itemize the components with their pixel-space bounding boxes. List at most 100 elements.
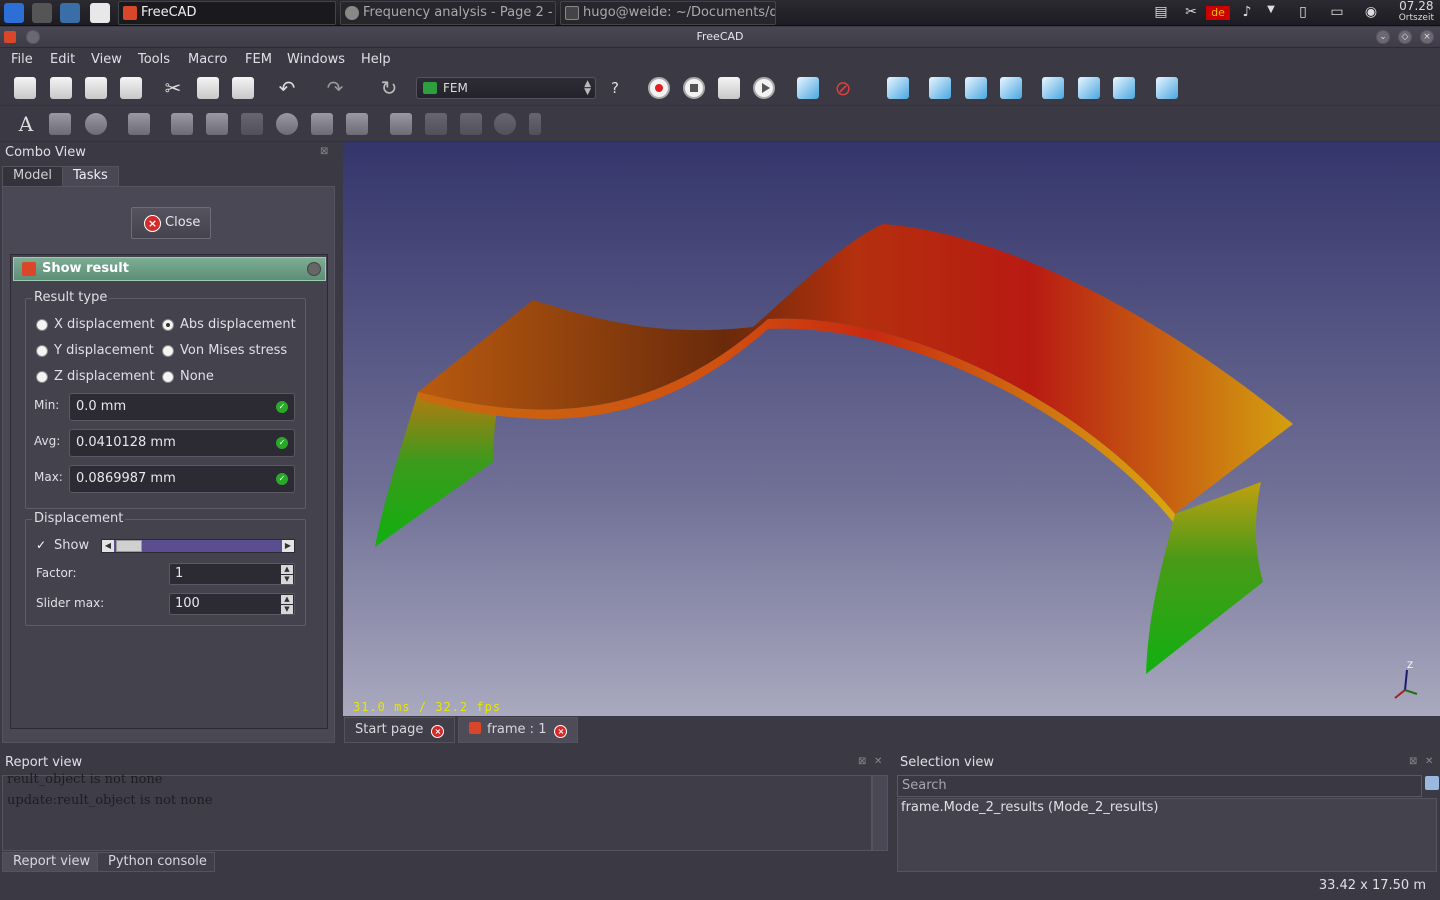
display-icon[interactable]: ▭ bbox=[1326, 4, 1348, 22]
radio-x-displacement[interactable]: X displacement bbox=[36, 317, 155, 332]
fem-constraint-gear-icon[interactable] bbox=[276, 113, 298, 135]
list-item[interactable]: frame.Mode_2_results (Mode_2_results) bbox=[901, 800, 1433, 815]
clock[interactable]: 07.28 Ortszeit bbox=[1399, 0, 1434, 24]
view-bottom-icon[interactable] bbox=[1078, 77, 1100, 99]
maximize-button[interactable]: ◇ bbox=[1398, 30, 1412, 44]
min-field[interactable]: 0.0 mm ✓ bbox=[69, 393, 295, 421]
draw-style-icon[interactable]: ⊘ bbox=[832, 77, 854, 99]
terminal-launcher-icon[interactable] bbox=[60, 3, 80, 23]
macro-edit-icon[interactable] bbox=[718, 77, 740, 99]
fem-constraint-pulley-icon[interactable] bbox=[311, 113, 333, 135]
slider-handle[interactable] bbox=[116, 540, 142, 552]
redo-icon[interactable]: ↷ bbox=[324, 77, 346, 99]
clipboard-scissors-icon[interactable]: ✂ bbox=[1180, 4, 1202, 22]
battery-icon[interactable]: ▯ bbox=[1292, 4, 1314, 22]
report-scrollbar[interactable] bbox=[872, 775, 888, 851]
menu-file[interactable]: File bbox=[11, 52, 33, 67]
fit-all-icon[interactable] bbox=[797, 77, 819, 99]
view-rear-icon[interactable] bbox=[1042, 77, 1064, 99]
3d-viewport[interactable]: Z 31.0 ms / 32.2 fps bbox=[343, 142, 1440, 716]
menu-tools[interactable]: Tools bbox=[138, 52, 170, 67]
menu-help[interactable]: Help bbox=[361, 52, 391, 67]
menu-macro[interactable]: Macro bbox=[188, 52, 227, 67]
close-panel-icon[interactable]: ✕ bbox=[874, 756, 882, 767]
fem-constraint-fixed-icon[interactable] bbox=[171, 113, 193, 135]
close-tab-icon[interactable]: × bbox=[554, 725, 568, 738]
max-field[interactable]: 0.0869987 mm ✓ bbox=[69, 465, 295, 493]
view-top-icon[interactable] bbox=[965, 77, 987, 99]
paste-icon[interactable] bbox=[232, 77, 254, 99]
macro-stop-icon[interactable] bbox=[683, 77, 705, 99]
radio-z-displacement[interactable]: Z displacement bbox=[36, 369, 155, 384]
float-panel-icon[interactable]: ⊠ bbox=[858, 756, 866, 767]
taskbar-task-terminal[interactable]: hugo@weide: ~/Documents/d bbox=[560, 1, 776, 25]
fem-constraint-displacement-icon[interactable] bbox=[346, 113, 368, 135]
tab-report-view[interactable]: Report view bbox=[2, 852, 102, 872]
spin-down-icon[interactable]: ▼ bbox=[281, 575, 293, 584]
tab-start-page[interactable]: Start page × bbox=[344, 717, 456, 743]
view-right-icon[interactable] bbox=[1000, 77, 1022, 99]
fem-run-solver-icon[interactable] bbox=[390, 113, 412, 135]
slider-left-arrow-icon[interactable]: ◀ bbox=[102, 540, 114, 552]
whats-this-icon[interactable]: ? bbox=[604, 77, 626, 99]
taskbar-task-freecad[interactable]: FreeCAD bbox=[118, 1, 336, 25]
cut-icon[interactable]: ✂ bbox=[162, 77, 184, 99]
selection-list[interactable]: frame.Mode_2_results (Mode_2_results) bbox=[897, 798, 1437, 872]
factor-spinbox[interactable]: 1 ▲ ▼ bbox=[169, 563, 295, 585]
desktop-icon[interactable] bbox=[32, 3, 52, 23]
spin-up-icon[interactable]: ▲ bbox=[281, 565, 293, 574]
view-left-icon[interactable] bbox=[1113, 77, 1135, 99]
slider-max-spinbox[interactable]: 100 ▲ ▼ bbox=[169, 593, 295, 615]
show-displacement-checkbox[interactable]: ✓ Show bbox=[36, 538, 89, 553]
float-panel-icon[interactable]: ⊠ bbox=[1409, 756, 1417, 767]
view-isometric-icon[interactable] bbox=[887, 77, 909, 99]
tab-tasks[interactable]: Tasks bbox=[62, 166, 119, 186]
keyboard-layout-indicator[interactable]: de bbox=[1206, 6, 1230, 20]
fem-purge-results-icon[interactable] bbox=[425, 113, 447, 135]
file-manager-icon[interactable] bbox=[90, 3, 110, 23]
menu-fem[interactable]: FEM bbox=[245, 52, 272, 67]
volume-icon[interactable]: ♪ bbox=[1236, 4, 1258, 22]
collapse-task-icon[interactable] bbox=[307, 262, 321, 276]
slider-right-arrow-icon[interactable]: ▶ bbox=[282, 540, 294, 552]
fem-material-icon[interactable] bbox=[49, 113, 71, 135]
close-window-button[interactable]: × bbox=[1420, 30, 1434, 44]
new-document-icon[interactable] bbox=[14, 77, 36, 99]
fem-constraint-bearing-icon[interactable] bbox=[241, 113, 263, 135]
tab-frame[interactable]: frame : 1 × bbox=[458, 717, 579, 743]
workbench-selector[interactable]: FEM ▲ ▼ bbox=[416, 77, 596, 99]
fem-mesh-icon[interactable] bbox=[128, 113, 150, 135]
tray-expand-icon[interactable]: ▼ bbox=[1260, 4, 1282, 22]
close-panel-icon[interactable]: ✕ bbox=[1425, 756, 1433, 767]
fem-sphere-icon[interactable] bbox=[85, 113, 107, 135]
fem-show-result-icon[interactable] bbox=[460, 113, 482, 135]
open-document-icon[interactable] bbox=[50, 77, 72, 99]
network-icon[interactable]: ▤ bbox=[1150, 4, 1172, 22]
radio-abs-displacement[interactable]: Abs displacement bbox=[162, 317, 296, 332]
measure-distance-icon[interactable] bbox=[1156, 77, 1178, 99]
print-icon[interactable] bbox=[120, 77, 142, 99]
menu-view[interactable]: View bbox=[91, 52, 122, 67]
fem-constraint-force-icon[interactable] bbox=[206, 113, 228, 135]
report-log[interactable]: reult_object is not none update:reult_ob… bbox=[2, 773, 872, 851]
save-document-icon[interactable] bbox=[85, 77, 107, 99]
fem-extra-icon[interactable] bbox=[529, 113, 541, 135]
task-header[interactable]: Show result bbox=[13, 257, 326, 281]
refresh-icon[interactable]: ↻ bbox=[378, 77, 400, 99]
spin-up-icon[interactable]: ▲ bbox=[281, 595, 293, 604]
float-panel-icon[interactable]: ⊠ bbox=[320, 146, 328, 157]
macro-execute-icon[interactable] bbox=[753, 77, 775, 99]
copy-icon[interactable] bbox=[197, 77, 219, 99]
taskbar-task-browser[interactable]: Frequency analysis - Page 2 - bbox=[340, 1, 556, 25]
menu-edit[interactable]: Edit bbox=[50, 52, 75, 67]
avg-field[interactable]: 0.0410128 mm ✓ bbox=[69, 429, 295, 457]
macro-record-icon[interactable] bbox=[648, 77, 670, 99]
view-front-icon[interactable] bbox=[929, 77, 951, 99]
fem-clear-icon[interactable] bbox=[494, 113, 516, 135]
displacement-slider[interactable]: ◀ ▶ bbox=[101, 539, 295, 553]
minimize-button[interactable]: ⌄ bbox=[1376, 30, 1390, 44]
analysis-text-icon[interactable]: A bbox=[15, 113, 37, 135]
close-task-button[interactable]: × Close bbox=[131, 207, 211, 239]
kde-menu-icon[interactable] bbox=[4, 3, 24, 23]
tab-model[interactable]: Model bbox=[2, 166, 64, 186]
